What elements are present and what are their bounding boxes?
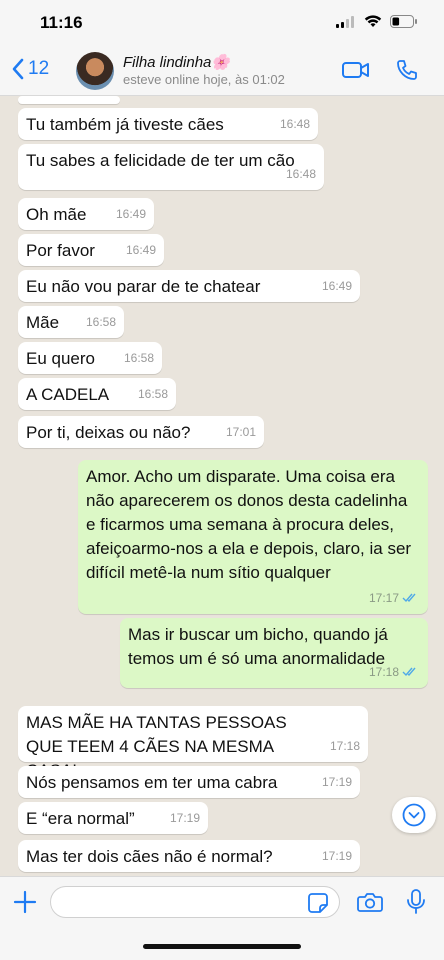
message-bubble-in[interactable]: Por favor 16:49 bbox=[18, 234, 164, 266]
message-time: 17:17 bbox=[368, 591, 399, 605]
message-bubble-in[interactable]: Eu não vou parar de te chatear 16:49 bbox=[18, 270, 360, 302]
plus-icon[interactable] bbox=[13, 890, 37, 914]
message-time: 16:49 bbox=[125, 243, 156, 257]
home-indicator bbox=[143, 944, 301, 949]
message-text: Eu quero bbox=[26, 349, 95, 368]
read-ticks-icon bbox=[402, 667, 416, 677]
status-time: 11:16 bbox=[40, 13, 83, 32]
unread-count: 12 bbox=[28, 58, 50, 79]
message-bubble-in[interactable]: Tu sabes a felicidade de ter um cão 16:4… bbox=[18, 144, 324, 190]
chat-header: 12 Filha lindinha🌸 esteve online hoje, à… bbox=[0, 46, 444, 96]
status-bar: 11:16 bbox=[0, 0, 444, 46]
message-text: Amor. Acho um disparate. Uma coisa era n… bbox=[86, 467, 412, 582]
message-bubble-in[interactable]: Nós pensamos em ter uma cabra 17:19 bbox=[18, 766, 360, 798]
message-text: Eu não vou parar de te chatear bbox=[26, 277, 261, 296]
contact-name[interactable]: Filha lindinha🌸 bbox=[123, 53, 230, 71]
message-time: 17:18 bbox=[329, 739, 360, 753]
message-time: 16:58 bbox=[137, 387, 168, 401]
message-time: 16:58 bbox=[85, 315, 116, 329]
status-icons bbox=[336, 15, 418, 28]
sticker-icon[interactable] bbox=[307, 892, 329, 914]
message-text: Por ti, deixas ou não? bbox=[26, 423, 191, 442]
message-time: 17:01 bbox=[225, 425, 256, 439]
back-chevron-icon bbox=[12, 58, 24, 80]
message-bubble-in[interactable]: E “era normal” 17:19 bbox=[18, 802, 208, 834]
message-text: Mas ir buscar um bicho, quando já temos … bbox=[128, 625, 388, 668]
message-time: 17:18 bbox=[368, 665, 399, 679]
message-text: Oh mãe bbox=[26, 205, 87, 224]
message-time: 17:19 bbox=[321, 775, 352, 789]
camera-icon[interactable] bbox=[357, 891, 383, 913]
message-bubble-in[interactable]: Por ti, deixas ou não? 17:01 bbox=[18, 416, 264, 448]
signal-icon bbox=[336, 15, 354, 28]
message-text: A CADELA bbox=[26, 385, 110, 404]
message-time: 16:49 bbox=[321, 279, 352, 293]
message-bubble-in[interactable]: MAS MÃE HA TANTAS PESSOAS QUE TEEM 4 CÃE… bbox=[18, 706, 368, 780]
back-button[interactable]: 12 bbox=[12, 58, 49, 80]
message-meta: 17:18 bbox=[369, 660, 420, 684]
message-time: 16:58 bbox=[123, 351, 154, 365]
contact-status: esteve online hoje, às 01:02 bbox=[123, 72, 285, 87]
message-time: 16:48 bbox=[279, 117, 310, 131]
message-bubble-in[interactable]: A CADELA 16:58 bbox=[18, 378, 176, 410]
message-time: 17:19 bbox=[169, 811, 200, 825]
message-text: E “era normal” bbox=[26, 809, 135, 828]
message-text: Tu sabes a felicidade de ter um cão bbox=[26, 151, 295, 170]
wifi-icon bbox=[364, 15, 382, 27]
battery-icon bbox=[390, 15, 417, 28]
message-bubble-in[interactable]: Eu quero 16:58 bbox=[18, 342, 162, 374]
message-text: Tu também já tiveste cães bbox=[26, 115, 224, 134]
scroll-down-button[interactable] bbox=[392, 797, 436, 833]
microphone-icon[interactable] bbox=[406, 889, 426, 915]
read-ticks-icon bbox=[402, 593, 416, 603]
message-meta: 17:17 bbox=[369, 586, 420, 610]
phone-icon[interactable] bbox=[395, 58, 419, 82]
avatar[interactable] bbox=[76, 52, 114, 90]
message-bubble-out[interactable]: Amor. Acho um disparate. Uma coisa era n… bbox=[78, 460, 428, 614]
message-text: Por favor bbox=[26, 241, 95, 260]
message-time: 16:48 bbox=[285, 167, 316, 181]
message-bubble-in[interactable]: Oh mãe 16:49 bbox=[18, 198, 154, 230]
scroll-down-icon bbox=[402, 803, 426, 827]
message-text: Nós pensamos em ter uma cabra bbox=[26, 773, 278, 792]
message-input[interactable] bbox=[50, 886, 340, 918]
chat-area[interactable]: Tu também já tiveste cães 16:48 Tu sabes… bbox=[0, 96, 444, 876]
message-text: Mas ter dois cães não é normal? bbox=[26, 847, 273, 866]
message-time: 17:19 bbox=[321, 849, 352, 863]
partial-message-bubble bbox=[18, 96, 120, 104]
video-call-icon[interactable] bbox=[341, 58, 371, 82]
message-text: Mãe bbox=[26, 313, 60, 332]
message-bubble-in[interactable]: Mas ter dois cães não é normal? 17:19 bbox=[18, 840, 360, 872]
message-time: 16:49 bbox=[115, 207, 146, 221]
message-bubble-in[interactable]: Tu também já tiveste cães 16:48 bbox=[18, 108, 318, 140]
message-bubble-out[interactable]: Mas ir buscar um bicho, quando já temos … bbox=[120, 618, 428, 688]
message-bubble-in[interactable]: Mãe 16:58 bbox=[18, 306, 124, 338]
